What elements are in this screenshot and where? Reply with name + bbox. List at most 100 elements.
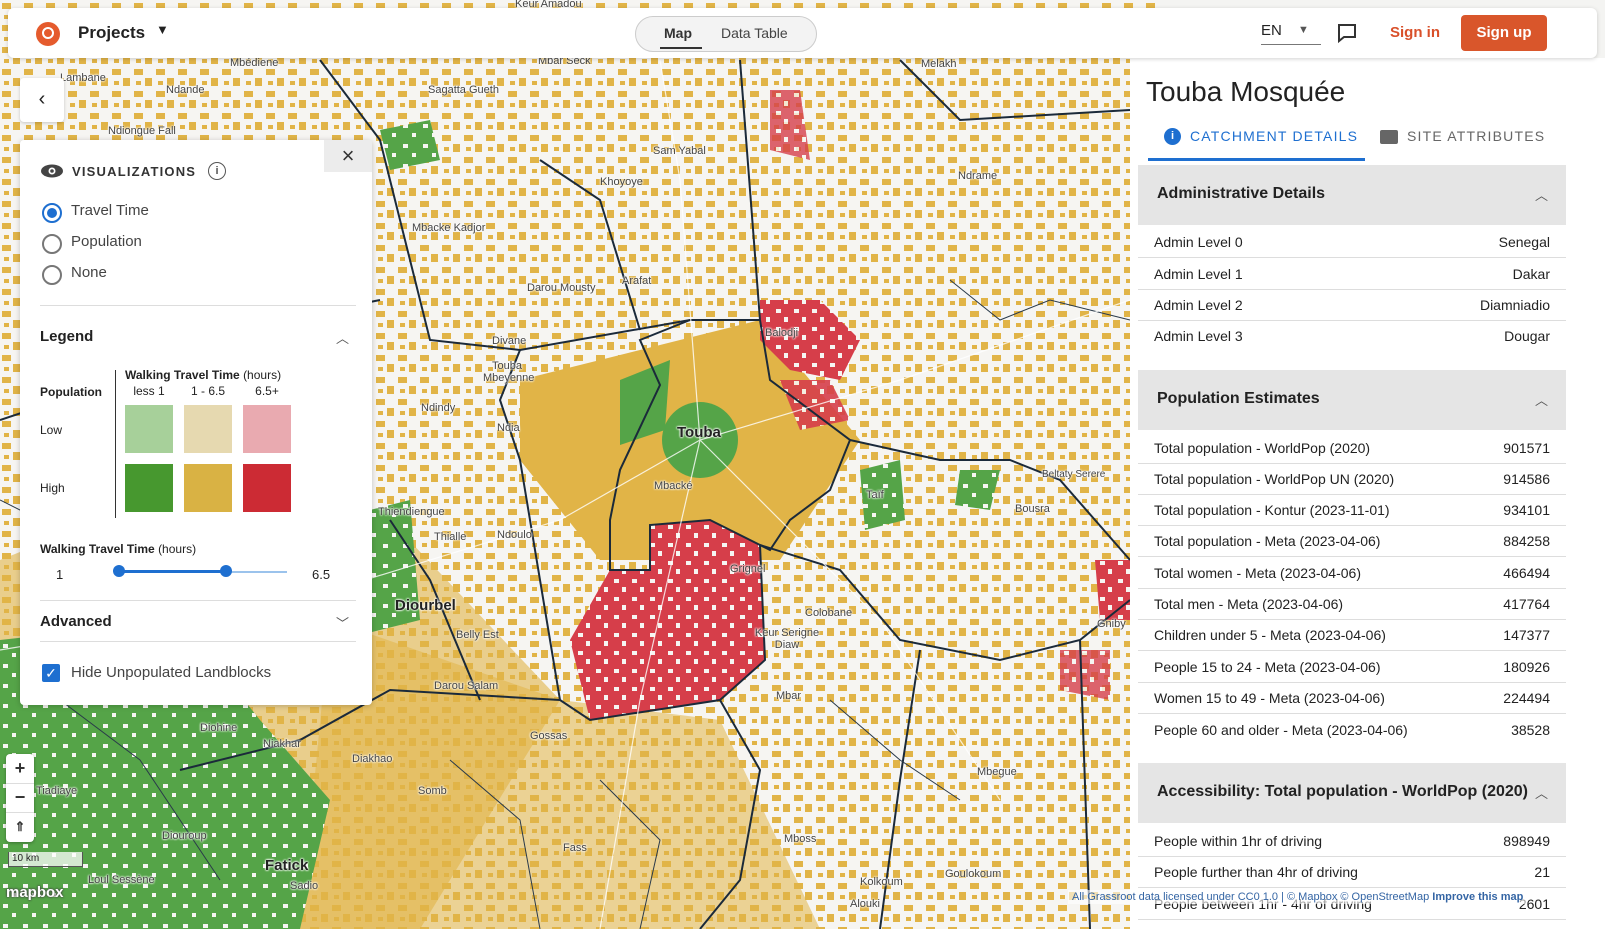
caret-down-icon[interactable]: ▼: [156, 22, 169, 37]
place-label: Somb: [418, 785, 447, 797]
place-label: Khoyoye: [600, 176, 643, 188]
row-label: Admin Level 1: [1154, 266, 1243, 282]
chevron-down-icon[interactable]: ﹀: [336, 613, 349, 632]
slider-max-label: 6.5: [312, 567, 331, 582]
close-button[interactable]: ×: [324, 140, 372, 172]
legend-unit: (hours): [243, 368, 282, 382]
table-row: Total population - Kontur (2023-11-01) 93…: [1138, 494, 1566, 526]
place-label: Touba Mbeyenne: [483, 360, 535, 384]
site-details-panel: Touba Mosquée i CATCHMENT DETAILS SITE A…: [1130, 58, 1605, 929]
place-label: Ndia: [497, 422, 520, 434]
attribution-text[interactable]: All Grassroot data licensed under CC0 1.…: [1072, 891, 1429, 903]
place-label: Mbegue: [977, 766, 1017, 778]
row-label: Admin Level 0: [1154, 234, 1243, 250]
tab-catchment-details[interactable]: CATCHMENT DETAILS: [1190, 128, 1358, 144]
place-label: Gossas: [530, 730, 568, 742]
map-attribution: All Grassroot data licensed under CC0 1.…: [1068, 890, 1528, 904]
tab-data-table[interactable]: Data Table: [721, 25, 788, 41]
row-value: Dougar: [1504, 328, 1550, 344]
place-label: Ndindy: [421, 402, 456, 414]
section-population-header[interactable]: Population Estimates ︿: [1138, 370, 1566, 430]
eye-icon: [41, 164, 63, 178]
improve-map-link[interactable]: Improve this map: [1432, 891, 1523, 903]
row-value: 884258: [1503, 533, 1550, 549]
section-admin-header[interactable]: Administrative Details ︿: [1138, 165, 1566, 225]
place-label: Diouroup: [162, 830, 207, 842]
chevron-up-icon: ︿: [1534, 393, 1548, 408]
place-label: Beltaty Serere: [1042, 469, 1106, 480]
caret-down-icon[interactable]: ▼: [1298, 24, 1309, 36]
radio-button[interactable]: [42, 203, 62, 223]
top-bar: Projects ▼ Map Data Table EN ▼ Sign in S…: [8, 8, 1597, 58]
table-row: Women 15 to 49 - Meta (2023-04-06) 224494: [1138, 682, 1566, 714]
legend-population-label: Population: [40, 385, 102, 399]
tab-site-attributes[interactable]: SITE ATTRIBUTES: [1407, 128, 1545, 144]
slider-handle-high[interactable]: [219, 565, 232, 577]
scale-bar: 10 km: [8, 852, 83, 867]
place-label: Sadio: [290, 880, 319, 892]
legend-column-label: less 1: [133, 384, 165, 398]
place-label: Ndrame: [958, 170, 998, 182]
table-row: Children under 5 - Meta (2023-04-06) 1473…: [1138, 619, 1566, 651]
place-label: Balodji: [765, 327, 799, 339]
radio-button[interactable]: [42, 265, 62, 285]
place-label: Sagatta Gueth: [428, 84, 499, 96]
place-label: Colobane: [805, 607, 853, 619]
table-row: Total women - Meta (2023-04-06) 466494: [1138, 557, 1566, 589]
place-label: Loul Sessène: [88, 874, 155, 886]
legend-travel-time-label: Walking Travel Time: [125, 368, 240, 382]
place-label: Diohine: [200, 722, 238, 734]
divider: [40, 641, 356, 642]
section-accessibility-header[interactable]: Accessibility: Total population - WorldP…: [1138, 763, 1566, 823]
place-label: Bousra: [1015, 503, 1050, 515]
section-title: Population Estimates: [1157, 390, 1320, 407]
app-logo[interactable]: [36, 22, 60, 46]
place-label: Diourbel: [395, 597, 456, 614]
info-icon[interactable]: i: [208, 162, 226, 180]
projects-menu[interactable]: Projects: [78, 23, 145, 43]
feedback-icon[interactable]: [1336, 22, 1358, 44]
row-label: Women 15 to 49 - Meta (2023-04-06): [1154, 690, 1385, 706]
radio-button[interactable]: [42, 234, 62, 254]
tab-map[interactable]: Map: [664, 25, 692, 41]
row-value: Diamniadio: [1479, 297, 1550, 313]
legend-column-label: 1 - 6.5: [190, 384, 226, 398]
info-icon: i: [1164, 128, 1181, 145]
slider-min-label: 1: [56, 567, 64, 582]
row-label: Total men - Meta (2023-04-06): [1154, 596, 1344, 612]
sign-up-button[interactable]: Sign up: [1461, 15, 1547, 51]
slider-handle-low[interactable]: [113, 565, 125, 577]
legend-swatch: [184, 405, 232, 453]
place-label: Mbacké: [654, 480, 693, 492]
divider: [40, 600, 356, 601]
legend-column-label: 6.5+: [255, 384, 279, 398]
row-label: Total women - Meta (2023-04-06): [1154, 565, 1361, 581]
place-label: Thialle: [434, 531, 467, 543]
divider: [40, 305, 356, 306]
advanced-toggle[interactable]: Advanced: [40, 613, 112, 630]
language-select[interactable]: EN: [1261, 22, 1282, 39]
row-label: Total population - Kontur (2023-11-01): [1154, 502, 1390, 518]
radio-label: Travel Time: [71, 202, 149, 219]
zoom-out-button[interactable]: −: [6, 783, 34, 813]
place-label: Belly Est: [456, 629, 499, 641]
legend-toggle[interactable]: Legend: [40, 328, 93, 345]
slider-fill: [119, 570, 226, 573]
chevron-up-icon[interactable]: ︿: [336, 328, 349, 347]
place-label: Ndande: [166, 84, 205, 96]
row-value: 38528: [1511, 722, 1550, 738]
chevron-up-icon: ︿: [1534, 786, 1548, 801]
place-label: Melakh: [921, 58, 957, 70]
zoom-in-button[interactable]: +: [6, 754, 34, 784]
view-toggle: Map Data Table: [635, 16, 817, 52]
place-label: Niakhar: [263, 738, 301, 750]
back-button[interactable]: ‹: [20, 78, 64, 122]
place-label: Arafat: [622, 275, 652, 287]
place-label: Ndiongue Fall: [108, 125, 176, 137]
table-row: Admin Level 0 Senegal: [1138, 226, 1566, 258]
hide-unpopulated-checkbox[interactable]: ✓: [42, 664, 60, 682]
sign-in-button[interactable]: Sign in: [1390, 24, 1440, 41]
place-label: Grignel: [730, 563, 766, 575]
compass-icon[interactable]: ⇑: [6, 812, 34, 841]
place-label: Gniby: [1097, 618, 1126, 630]
